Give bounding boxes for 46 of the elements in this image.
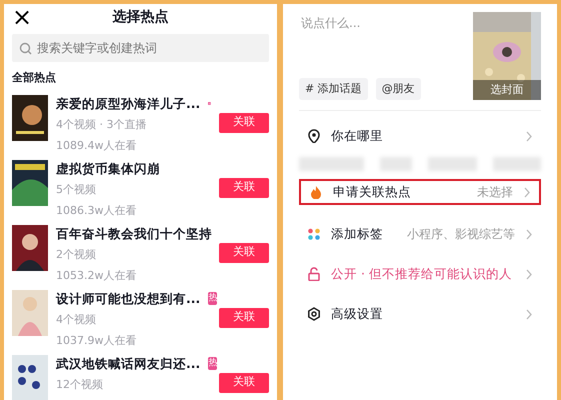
flame-icon <box>309 185 323 199</box>
row-label: 添加标签 <box>331 224 383 243</box>
video-count: 2个视频 <box>56 247 97 264</box>
chevron-icon <box>525 130 533 142</box>
topic-title: 武汉地铁喊话网友归还... <box>56 354 200 372</box>
topic-chip[interactable]: @朋友 <box>376 78 421 100</box>
dots-icon <box>307 227 321 241</box>
hot-badge: 热 <box>208 357 218 370</box>
row-value: 未选择 <box>477 184 513 201</box>
cover-button[interactable]: 选封面 <box>473 80 541 100</box>
search-field[interactable]: 搜索关键字或创建热词 <box>12 34 269 62</box>
close-button[interactable]: × <box>12 5 32 29</box>
viewer-count: 1089.4w人在看 <box>56 138 138 154</box>
topic-title: 设计师可能也没想到有... <box>56 290 200 308</box>
lock-icon <box>307 267 321 281</box>
row-label: 你在哪里 <box>331 126 383 145</box>
settings-icon <box>307 307 321 321</box>
page-title: 选择热点 <box>112 8 168 26</box>
link-button[interactable]: 关联 <box>219 178 269 198</box>
hotspot-row[interactable]: 申请关联热点 未选择 <box>299 179 541 205</box>
chevron-icon <box>523 186 531 198</box>
row-value: 小程序、影视综艺等 <box>407 226 515 243</box>
topic-chip[interactable]: # 添加话题 <box>299 78 368 100</box>
row-label: 公开 · 但不推荐给可能认识的人 <box>331 264 512 283</box>
video-count: 4个视频 <box>56 312 97 328</box>
section-title: 全部热点 <box>12 70 57 86</box>
link-button[interactable]: 关联 <box>219 242 269 262</box>
hot-badge: 热 <box>208 292 218 306</box>
row-label: 高级设置 <box>331 304 383 323</box>
link-button[interactable]: 关联 <box>219 112 269 132</box>
chevron-icon <box>525 268 533 280</box>
viewer-count: 1053.2w人在看 <box>56 268 138 284</box>
video-count: 12个视频 <box>56 377 104 394</box>
video-count: 4个视频 · 3个直播 <box>56 117 148 134</box>
viewer-count: 1086.3w人在看 <box>56 202 138 219</box>
chevron-icon <box>525 228 533 240</box>
video-count: 5个视频 <box>56 182 97 198</box>
topic-title: 百年奋斗教会我们十个坚持 <box>56 224 212 242</box>
row-label: 申请关联热点 <box>333 182 411 201</box>
topic-title: 亲爱的原型孙海洋儿子... <box>56 94 200 112</box>
chevron-icon <box>525 308 533 320</box>
link-button[interactable]: 关联 <box>219 372 269 392</box>
viewer-count: 1037.9w人在看 <box>56 332 138 349</box>
link-button[interactable]: 关联 <box>219 308 269 328</box>
location-icon <box>307 129 321 143</box>
topic-title: 虚拟货币集体闪崩 <box>56 160 160 178</box>
